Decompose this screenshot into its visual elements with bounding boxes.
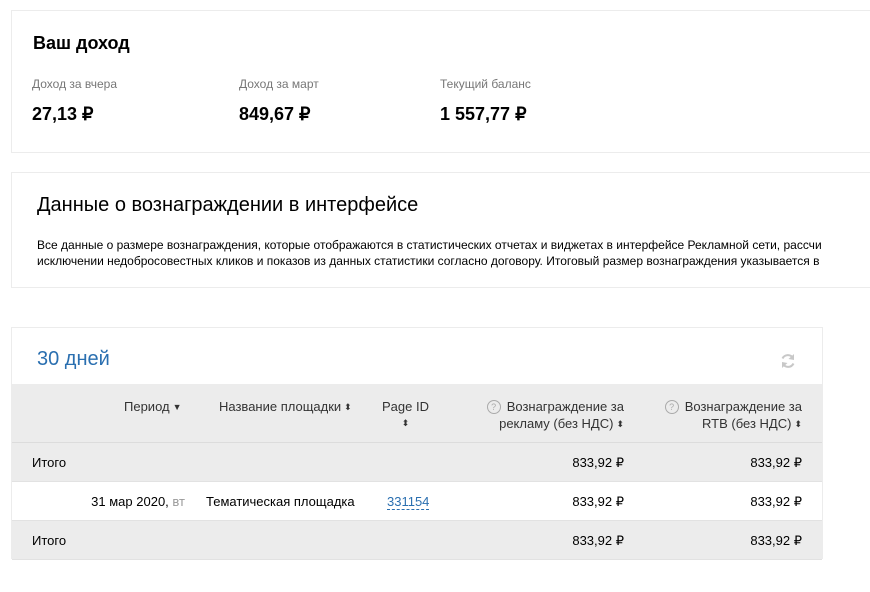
income-card: Ваш доход Доход за вчера 27,13 ₽ Доход з… — [11, 10, 870, 153]
rtb-value: 833,92 ₽ — [750, 455, 802, 470]
stat-label: Доход за март — [239, 77, 319, 91]
stat-value: 849,67 ₽ — [239, 104, 311, 124]
table-header: Период ▼ Название площадки ⬍ Page ID ⬍ ? Во… — [12, 384, 822, 443]
ads-value: 833,92 ₽ — [572, 494, 624, 509]
table-row-total: Итого 833,92 ₽ 833,92 ₽ — [12, 443, 822, 482]
info-title: Данные о вознаграждении в интерфейсе — [37, 194, 419, 216]
table-row-total: Итого 833,92 ₽ 833,92 ₽ — [12, 521, 822, 560]
stats-card: 30 дней Период ▼ Название площадки ⬍ Page … — [11, 327, 823, 560]
column-label: Вознаграждение за рекламу (без НДС) — [499, 399, 624, 431]
stat-value: 1 557,77 ₽ — [440, 104, 527, 124]
stat-month: Доход за март 849,67 ₽ — [239, 77, 319, 125]
page-id-text[interactable]: 331154 — [387, 494, 430, 510]
stat-yesterday: Доход за вчера 27,13 ₽ — [32, 77, 117, 125]
row-label: Итого — [32, 533, 67, 548]
period-cell: 31 мар 2020, вт — [91, 494, 185, 509]
income-title: Ваш доход — [33, 33, 130, 53]
info-text: Все данные о размере вознаграждения, кот… — [37, 237, 822, 269]
row-label: Итого — [32, 455, 67, 470]
help-icon[interactable]: ? — [486, 400, 501, 414]
rtb-value: 833,92 ₽ — [750, 494, 802, 509]
column-label: Название площадки — [219, 399, 342, 414]
site-cell: Тематическая площадка — [206, 494, 355, 509]
column-rtb-reward[interactable]: ? Вознаграждение за RTB (без НДС) ⬍ — [660, 398, 802, 433]
sort-icon: ⬍ — [401, 418, 410, 428]
column-label: Page ID — [382, 399, 429, 414]
column-page-id[interactable]: Page ID ⬍ — [382, 399, 429, 429]
period-title[interactable]: 30 дней — [37, 348, 110, 371]
page-id-link[interactable]: 331154 — [387, 494, 430, 510]
info-card: Данные о вознаграждении в интерфейсе Все… — [11, 172, 870, 288]
column-site[interactable]: Название площадки ⬍ — [219, 399, 352, 414]
column-ads-reward[interactable]: ? Вознаграждение за рекламу (без НДС) ⬍ — [482, 398, 624, 433]
ads-value: 833,92 ₽ — [572, 533, 624, 548]
column-label: Период — [124, 399, 170, 414]
info-text-line: Все данные о размере вознаграждения, кот… — [37, 238, 822, 252]
date-text: 31 мар 2020, — [91, 494, 169, 509]
sort-icon: ⬍ — [794, 419, 802, 429]
stat-value: 27,13 ₽ — [32, 104, 94, 124]
help-icon[interactable]: ? — [664, 400, 679, 414]
stat-label: Текущий баланс — [440, 77, 531, 91]
stat-balance: Текущий баланс 1 557,77 ₽ — [440, 77, 531, 125]
info-text-line: исключении недобросовестных кликов и пок… — [37, 254, 820, 268]
column-label: Вознаграждение за RTB (без НДС) — [684, 399, 802, 431]
sort-icon: ⬍ — [616, 419, 624, 429]
ads-value: 833,92 ₽ — [572, 455, 624, 470]
stats-table: Период ▼ Название площадки ⬍ Page ID ⬍ ? Во… — [12, 384, 822, 560]
column-period[interactable]: Период ▼ — [124, 399, 182, 414]
sort-icon: ⬍ — [344, 402, 352, 412]
stat-label: Доход за вчера — [32, 77, 118, 91]
rtb-value: 833,92 ₽ — [750, 533, 802, 548]
refresh-icon[interactable] — [779, 352, 797, 370]
sort-desc-icon: ▼ — [172, 402, 182, 412]
table-row: 31 мар 2020, вт Тематическая площадка 33… — [12, 482, 822, 521]
weekday-text: вт — [172, 494, 185, 509]
